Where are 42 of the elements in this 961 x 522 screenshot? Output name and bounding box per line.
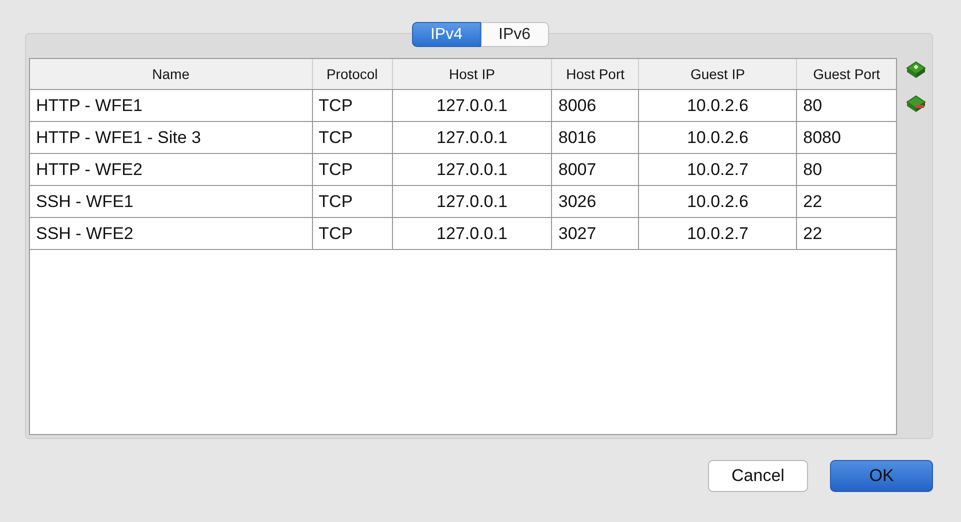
table-cell: 3026	[552, 186, 640, 217]
add-rule-icon[interactable]	[905, 60, 927, 80]
table-cell: SSH - WFE1	[30, 186, 313, 217]
table-cell-text: 80	[802, 95, 824, 117]
table-cell: 3027	[552, 218, 640, 249]
remove-rule-icon[interactable]	[905, 94, 927, 114]
tab[interactable]: IPv6	[480, 22, 549, 47]
table-cell: 10.0.2.7	[639, 218, 798, 249]
table-cell: HTTP - WFE2	[30, 154, 313, 185]
table-cell: TCP	[312, 218, 393, 249]
table-cell: 10.0.2.6	[639, 90, 798, 121]
column-header[interactable]: Host IP	[392, 59, 552, 89]
table-cell: 10.0.2.6	[639, 186, 798, 217]
table-cell: SSH - WFE2	[30, 218, 313, 249]
table-cell: 10.0.2.7	[639, 154, 798, 185]
table-cell: 127.0.0.1	[392, 90, 552, 121]
table-cell: TCP	[312, 90, 393, 121]
table-cell: 8006	[552, 90, 640, 121]
table-cell: TCP	[312, 154, 393, 185]
ok-button[interactable]: OK	[830, 460, 933, 492]
tab[interactable]: IPv4	[412, 22, 480, 47]
table-cell: TCP	[312, 122, 393, 153]
table-cell: HTTP - WFE1 - Site 3	[30, 122, 313, 153]
table-cell-text: 80	[802, 159, 824, 181]
column-header[interactable]: Protocol	[312, 59, 393, 89]
table-cell-text: 22	[802, 191, 824, 213]
cancel-button[interactable]: Cancel	[708, 460, 808, 492]
column-header[interactable]: Guest IP	[639, 59, 798, 89]
column-header[interactable]: Name	[30, 59, 313, 89]
table-cell: 8007	[552, 154, 640, 185]
table-cell-text: 22	[802, 223, 824, 245]
table-cell: 127.0.0.1	[392, 218, 552, 249]
column-header[interactable]: Host Port	[552, 59, 640, 89]
table-cell: 127.0.0.1	[392, 122, 552, 153]
table-cell: 127.0.0.1	[392, 186, 552, 217]
column-header[interactable]: Guest Port	[797, 59, 896, 89]
table-cell: HTTP - WFE1	[30, 90, 313, 121]
table-cell-text: 8080	[802, 127, 842, 149]
table-cell: TCP	[312, 186, 393, 217]
table-cell: 127.0.0.1	[392, 154, 552, 185]
table-cell: 10.0.2.6	[639, 122, 798, 153]
table-cell: 8016	[552, 122, 640, 153]
